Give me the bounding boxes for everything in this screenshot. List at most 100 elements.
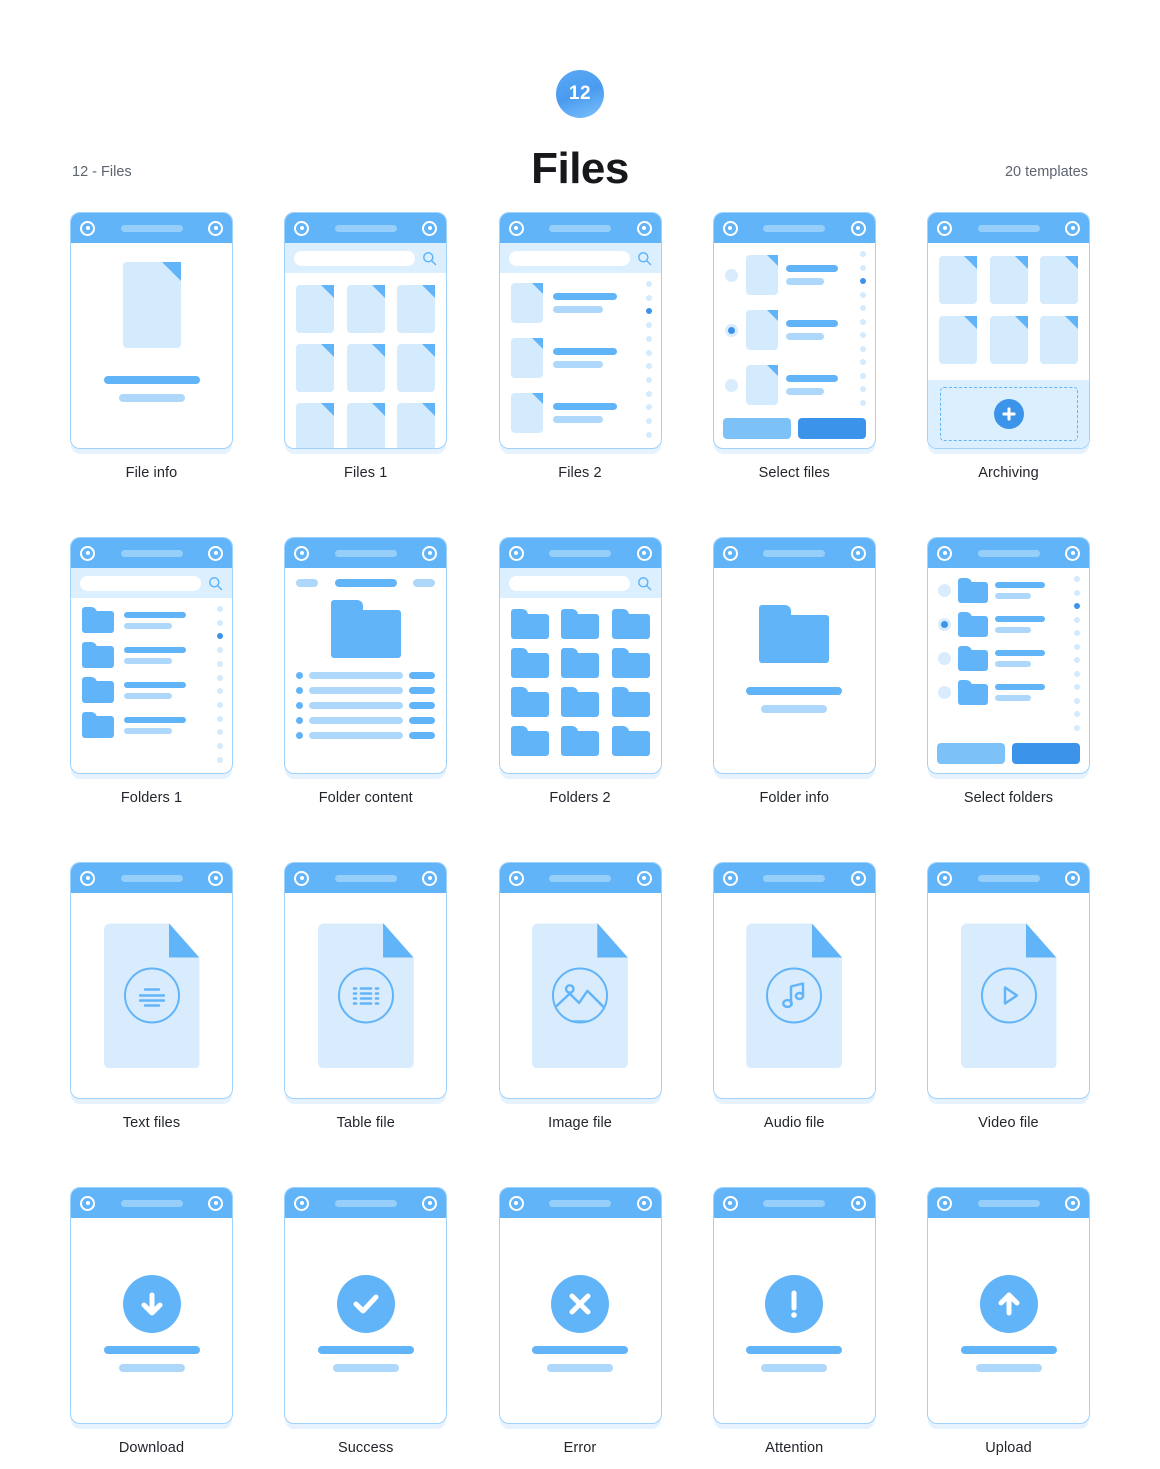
circle-dot-icon[interactable]: [80, 545, 95, 561]
search-icon[interactable]: [637, 251, 652, 266]
list-item[interactable]: [724, 255, 875, 295]
list-item[interactable]: [938, 612, 1089, 637]
search-icon[interactable]: [637, 576, 652, 591]
template-cell-archiving[interactable]: Archiving: [927, 212, 1090, 481]
phone-mock-error[interactable]: [498, 1187, 662, 1424]
list-item[interactable]: [510, 283, 661, 323]
circle-dot-icon[interactable]: [208, 1195, 223, 1211]
template-cell-files-1[interactable]: Files 1: [284, 212, 448, 481]
circle-dot-icon[interactable]: [850, 545, 866, 561]
file-icon[interactable]: [296, 403, 335, 448]
circle-dot-icon[interactable]: [422, 870, 438, 886]
select-radio[interactable]: [938, 652, 951, 665]
circle-dot-icon[interactable]: [508, 870, 524, 886]
content-row[interactable]: [296, 717, 436, 724]
select-radio[interactable]: [724, 268, 738, 282]
scroll-dot[interactable]: [859, 359, 866, 366]
phone-mock-folder-info[interactable]: [712, 537, 876, 774]
template-cell-folders-1[interactable]: Folders 1: [70, 537, 233, 806]
circle-dot-icon[interactable]: [294, 545, 310, 561]
select-radio[interactable]: [724, 378, 738, 392]
scroll-dot[interactable]: [645, 390, 652, 397]
select-radio[interactable]: [938, 584, 951, 597]
circle-dot-icon[interactable]: [636, 1195, 652, 1211]
list-item[interactable]: [510, 338, 661, 378]
scroll-dot[interactable]: [645, 418, 652, 425]
list-item[interactable]: [82, 677, 232, 703]
template-cell-audio-file[interactable]: Audio file: [712, 862, 876, 1131]
circle-dot-icon[interactable]: [1065, 870, 1080, 886]
search-bar[interactable]: [499, 568, 661, 598]
scroll-dot[interactable]: [217, 647, 223, 654]
phone-mock-folder-content[interactable]: [284, 537, 448, 774]
scroll-dot[interactable]: [645, 363, 652, 370]
folder-icon[interactable]: [611, 687, 650, 717]
scroll-dot[interactable]: [1074, 630, 1080, 637]
circle-dot-icon[interactable]: [722, 545, 738, 561]
search-bar[interactable]: [499, 243, 661, 273]
content-row[interactable]: [296, 687, 436, 694]
circle-dot-icon[interactable]: [722, 1195, 738, 1211]
scroll-dot[interactable]: [217, 660, 223, 667]
phone-mock-files-1[interactable]: [284, 212, 448, 449]
file-icon[interactable]: [296, 285, 335, 333]
circle-dot-icon[interactable]: [208, 220, 223, 236]
search-bar[interactable]: [71, 568, 232, 598]
phone-mock-folders-2[interactable]: [498, 537, 662, 774]
scroll-dot[interactable]: [645, 281, 652, 287]
scroll-dot[interactable]: [859, 264, 866, 271]
folder-icon[interactable]: [561, 726, 599, 756]
phone-mock-download[interactable]: [70, 1187, 233, 1424]
file-icon[interactable]: [397, 344, 436, 392]
scroll-dot[interactable]: [1074, 670, 1080, 677]
template-cell-download[interactable]: Download: [70, 1187, 233, 1456]
circle-dot-icon[interactable]: [1065, 220, 1080, 236]
search-icon[interactable]: [422, 251, 437, 266]
circle-dot-icon[interactable]: [208, 545, 223, 561]
template-cell-file-info[interactable]: File info: [70, 212, 233, 481]
template-cell-error[interactable]: Error: [498, 1187, 662, 1456]
circle-dot-icon[interactable]: [636, 545, 652, 561]
circle-dot-icon[interactable]: [422, 1195, 438, 1211]
circle-dot-icon[interactable]: [508, 545, 524, 561]
scroll-dot[interactable]: [217, 702, 223, 709]
content-row[interactable]: [296, 702, 436, 709]
scroll-dot[interactable]: [859, 386, 866, 393]
phone-mock-image-file[interactable]: [498, 862, 662, 1099]
phone-mock-files-2[interactable]: [498, 212, 662, 449]
search-input[interactable]: [80, 575, 201, 591]
cancel-button[interactable]: [722, 418, 791, 439]
scroll-dot[interactable]: [1074, 616, 1080, 623]
scroll-dot[interactable]: [1074, 657, 1080, 664]
scroll-dot-active[interactable]: [859, 278, 866, 285]
circle-dot-icon[interactable]: [850, 220, 866, 236]
phone-mock-upload[interactable]: [927, 1187, 1090, 1424]
circle-dot-icon[interactable]: [80, 1195, 95, 1211]
folder-icon[interactable]: [611, 726, 650, 756]
circle-dot-icon[interactable]: [722, 870, 738, 886]
phone-mock-folders-1[interactable]: [70, 537, 233, 774]
circle-dot-icon[interactable]: [636, 870, 652, 886]
file-icon[interactable]: [346, 344, 385, 392]
folder-icon[interactable]: [561, 648, 599, 678]
template-cell-text-files[interactable]: Text files: [70, 862, 233, 1131]
phone-mock-archiving[interactable]: [927, 212, 1090, 449]
circle-dot-icon[interactable]: [722, 220, 738, 236]
scroll-dot[interactable]: [859, 372, 866, 379]
list-item[interactable]: [510, 393, 661, 433]
file-icon[interactable]: [346, 403, 385, 448]
file-icon[interactable]: [397, 285, 436, 333]
template-cell-video-file[interactable]: Video file: [927, 862, 1090, 1131]
content-row[interactable]: [296, 672, 436, 679]
scroll-dot[interactable]: [859, 345, 866, 352]
scroll-dot[interactable]: [645, 377, 652, 384]
file-icon[interactable]: [296, 344, 335, 392]
folder-icon[interactable]: [510, 609, 549, 639]
circle-dot-icon[interactable]: [80, 870, 95, 886]
phone-mock-audio-file[interactable]: [712, 862, 876, 1099]
phone-mock-success[interactable]: [284, 1187, 448, 1424]
scroll-dot[interactable]: [1074, 576, 1080, 582]
file-icon[interactable]: [1040, 256, 1078, 304]
list-item[interactable]: [938, 646, 1089, 671]
circle-dot-icon[interactable]: [508, 220, 524, 236]
